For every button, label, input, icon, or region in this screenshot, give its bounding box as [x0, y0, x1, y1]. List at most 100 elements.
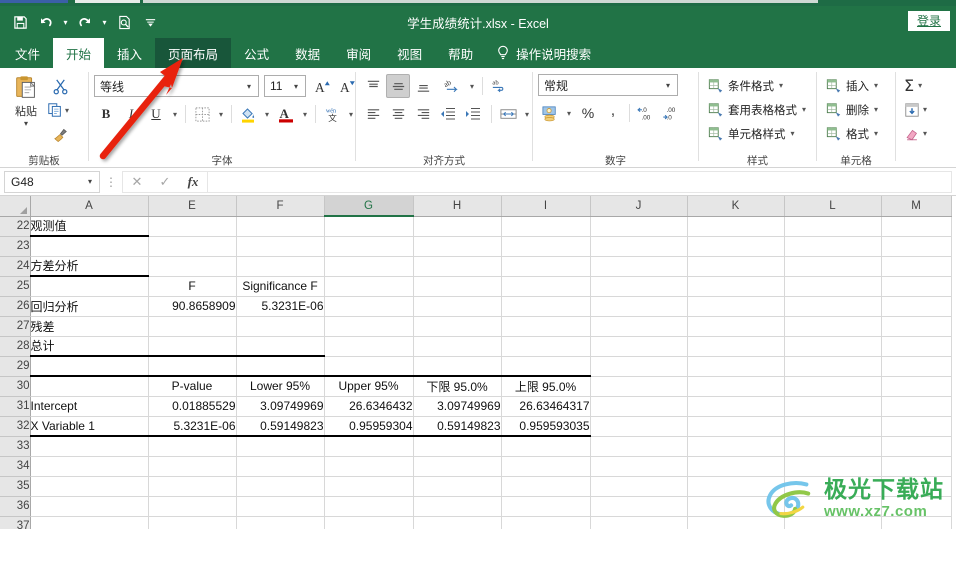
row-header-22[interactable]: 22	[0, 216, 31, 237]
spreadsheet-grid[interactable]: AEFGHIJKLM 22 观测值 23 24 方差分析 25 F Significance …	[0, 196, 956, 529]
styles-item-1-button[interactable]: 套用表格格式 ▾	[704, 98, 810, 121]
cell-M31[interactable]	[881, 396, 952, 417]
cell-G32[interactable]: 0.95959304	[324, 416, 414, 437]
cell-A37[interactable]	[30, 516, 149, 529]
cell-M36[interactable]	[881, 496, 952, 517]
font-color-dropdown-icon[interactable]: ▾	[299, 102, 311, 126]
cell-K29[interactable]	[687, 356, 785, 377]
cell-H22[interactable]	[413, 216, 502, 237]
borders-dropdown-icon[interactable]: ▾	[215, 102, 227, 126]
fill-button[interactable]: ▾	[901, 98, 930, 121]
comma-style-button[interactable]: ,	[601, 101, 625, 125]
cell-A32[interactable]: X Variable 1	[30, 416, 149, 437]
cell-F35[interactable]	[236, 476, 325, 497]
merge-center-button[interactable]	[496, 102, 520, 126]
column-header-K[interactable]: K	[687, 196, 785, 217]
cell-A30[interactable]	[30, 375, 149, 397]
cell-F31[interactable]: 3.09749969	[236, 396, 325, 417]
percent-style-button[interactable]: %	[576, 101, 600, 125]
column-header-H[interactable]: H	[413, 196, 502, 217]
row-header-25[interactable]: 25	[0, 276, 31, 297]
clear-dropdown-icon[interactable]: ▾	[923, 129, 927, 138]
column-header-F[interactable]: F	[236, 196, 325, 217]
cell-M34[interactable]	[881, 456, 952, 477]
cell-K25[interactable]	[687, 276, 785, 297]
row-header-29[interactable]: 29	[0, 356, 31, 377]
format-painter-button[interactable]	[47, 123, 73, 145]
cells-item-2-button[interactable]: 格式 ▾	[822, 122, 882, 145]
cell-I32[interactable]: 0.959593035	[501, 416, 591, 437]
cell-J36[interactable]	[590, 496, 688, 517]
tab-4[interactable]: 公式	[231, 38, 282, 68]
cell-G36[interactable]	[324, 496, 414, 517]
cell-E30[interactable]: P-value	[148, 375, 237, 397]
cell-L33[interactable]	[784, 436, 882, 457]
tab-0[interactable]: 文件	[2, 38, 53, 68]
accounting-dropdown-icon[interactable]: ▾	[563, 101, 575, 125]
cell-K35[interactable]	[687, 476, 785, 497]
styles-item-2-button[interactable]: 单元格样式 ▾	[704, 122, 810, 145]
styles-item-2-dropdown-icon[interactable]: ▾	[791, 129, 795, 138]
bold-button[interactable]: B	[94, 102, 118, 126]
cell-K28[interactable]	[687, 336, 785, 357]
cell-M26[interactable]	[881, 296, 952, 317]
cells-item-1-button[interactable]: 删除 ▾	[822, 98, 882, 121]
cell-J27[interactable]	[590, 316, 688, 337]
column-header-L[interactable]: L	[784, 196, 882, 217]
name-box-dropdown-icon[interactable]: ▾	[83, 177, 97, 186]
cell-E37[interactable]	[148, 516, 237, 529]
cell-K33[interactable]	[687, 436, 785, 457]
cell-J31[interactable]	[590, 396, 688, 417]
tab-7[interactable]: 视图	[384, 38, 435, 68]
cell-K23[interactable]	[687, 236, 785, 257]
row-header-26[interactable]: 26	[0, 296, 31, 317]
column-header-M[interactable]: M	[881, 196, 952, 217]
cell-F36[interactable]	[236, 496, 325, 517]
font-color-button[interactable]: A	[274, 102, 298, 126]
merge-dropdown-icon[interactable]: ▾	[521, 102, 533, 126]
cell-F26[interactable]: 5.3231E-06	[236, 296, 325, 317]
tab-1[interactable]: 开始	[53, 38, 105, 68]
font-name-dropdown-icon[interactable]: ▾	[242, 82, 256, 91]
cell-F27[interactable]	[236, 316, 325, 337]
cell-F37[interactable]	[236, 516, 325, 529]
cell-H24[interactable]	[413, 256, 502, 277]
cell-A25[interactable]	[30, 276, 149, 297]
cell-L30[interactable]	[784, 376, 882, 397]
cell-G33[interactable]	[324, 436, 414, 457]
orientation-button[interactable]: ab	[441, 74, 465, 98]
cell-M29[interactable]	[881, 356, 952, 377]
borders-button[interactable]	[190, 102, 214, 126]
redo-icon[interactable]	[73, 10, 97, 34]
styles-item-1-dropdown-icon[interactable]: ▾	[802, 105, 806, 114]
cell-J35[interactable]	[590, 476, 688, 497]
cell-L31[interactable]	[784, 396, 882, 417]
cell-I36[interactable]	[501, 496, 591, 517]
row-header-30[interactable]: 30	[0, 376, 31, 397]
cell-J34[interactable]	[590, 456, 688, 477]
cell-H30[interactable]: 下限 95.0%	[413, 375, 502, 397]
autosum-button[interactable]: Σ ▾	[901, 74, 930, 97]
decrease-decimal-button[interactable]: .00.0	[659, 101, 683, 125]
cell-F32[interactable]: 0.59149823	[236, 416, 325, 437]
tell-me-box[interactable]: 操作说明搜索	[496, 38, 591, 68]
insert-function-icon[interactable]: fx	[179, 172, 207, 192]
cell-I33[interactable]	[501, 436, 591, 457]
fill-color-button[interactable]	[236, 102, 260, 126]
cell-H33[interactable]	[413, 436, 502, 457]
increase-font-size-button[interactable]: A	[311, 74, 335, 98]
tab-3[interactable]: 页面布局	[155, 38, 232, 68]
cell-E32[interactable]: 5.3231E-06	[148, 416, 237, 437]
cell-I29[interactable]	[501, 356, 591, 377]
formula-input[interactable]	[207, 170, 952, 193]
cell-F34[interactable]	[236, 456, 325, 477]
cell-G29[interactable]	[324, 356, 414, 377]
cell-L23[interactable]	[784, 236, 882, 257]
cut-button[interactable]	[47, 75, 73, 97]
cell-H31[interactable]: 3.09749969	[413, 396, 502, 417]
row-header-37[interactable]: 37	[0, 516, 31, 529]
cell-F25[interactable]: Significance F	[236, 276, 325, 297]
cells-item-0-dropdown-icon[interactable]: ▾	[874, 81, 878, 90]
cell-K27[interactable]	[687, 316, 785, 337]
column-header-E[interactable]: E	[148, 196, 237, 217]
